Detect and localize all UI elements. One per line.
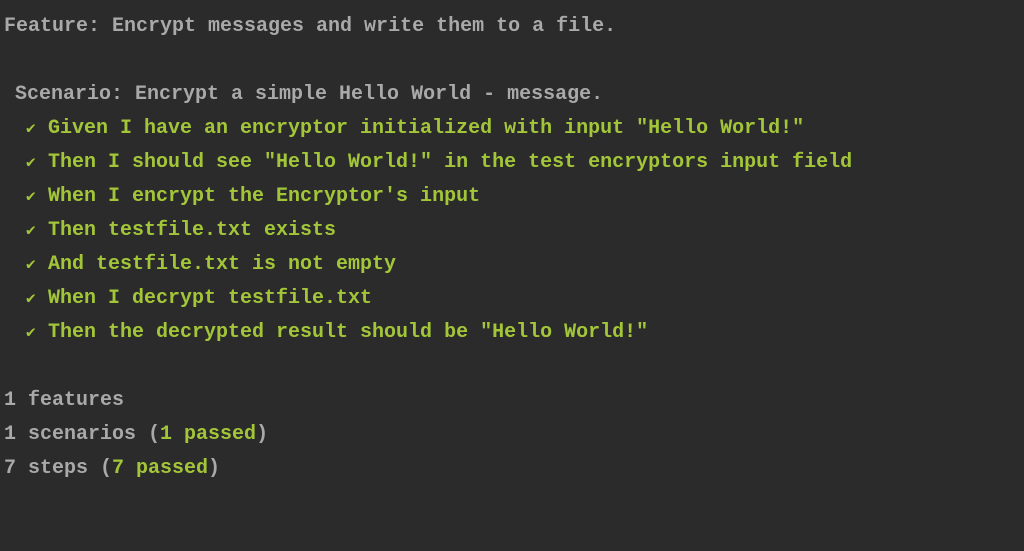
step-row: ✔Then I should see "Hello World!" in the… xyxy=(4,146,1020,180)
step-row: ✔And testfile.txt is not empty xyxy=(4,248,1020,282)
step-row: ✔When I decrypt testfile.txt xyxy=(4,282,1020,316)
check-icon: ✔ xyxy=(26,218,48,245)
blank-line xyxy=(4,350,1020,384)
scenarios-count: 1 scenarios xyxy=(4,423,148,446)
step-text: When I decrypt testfile.txt xyxy=(48,287,372,310)
scenarios-summary: 1 scenarios (1 passed) xyxy=(4,418,1020,452)
feature-header: Feature: Encrypt messages and write them… xyxy=(4,10,1020,44)
open-paren: ( xyxy=(100,457,112,480)
scenario-header: Scenario: Encrypt a simple Hello World -… xyxy=(4,78,1020,112)
blank-line xyxy=(4,44,1020,78)
step-text: When I encrypt the Encryptor's input xyxy=(48,185,480,208)
step-row: ✔Then testfile.txt exists xyxy=(4,214,1020,248)
step-text: Then testfile.txt exists xyxy=(48,219,336,242)
terminal-output: Feature: Encrypt messages and write them… xyxy=(4,10,1020,486)
check-icon: ✔ xyxy=(26,184,48,211)
step-row: ✔Given I have an encryptor initialized w… xyxy=(4,112,1020,146)
step-text: And testfile.txt is not empty xyxy=(48,253,396,276)
step-text: Then I should see "Hello World!" in the … xyxy=(48,151,852,174)
close-paren: ) xyxy=(208,457,220,480)
check-icon: ✔ xyxy=(26,252,48,279)
step-row: ✔When I encrypt the Encryptor's input xyxy=(4,180,1020,214)
check-icon: ✔ xyxy=(26,320,48,347)
check-icon: ✔ xyxy=(26,286,48,313)
steps-summary: 7 steps (7 passed) xyxy=(4,452,1020,486)
close-paren: ) xyxy=(256,423,268,446)
check-icon: ✔ xyxy=(26,116,48,143)
check-icon: ✔ xyxy=(26,150,48,177)
features-summary: 1 features xyxy=(4,384,1020,418)
step-row: ✔Then the decrypted result should be "He… xyxy=(4,316,1020,350)
steps-count: 7 steps xyxy=(4,457,100,480)
open-paren: ( xyxy=(148,423,160,446)
step-text: Given I have an encryptor initialized wi… xyxy=(48,117,804,140)
scenarios-passed: 1 passed xyxy=(160,423,256,446)
steps-passed: 7 passed xyxy=(112,457,208,480)
step-text: Then the decrypted result should be "Hel… xyxy=(48,321,648,344)
